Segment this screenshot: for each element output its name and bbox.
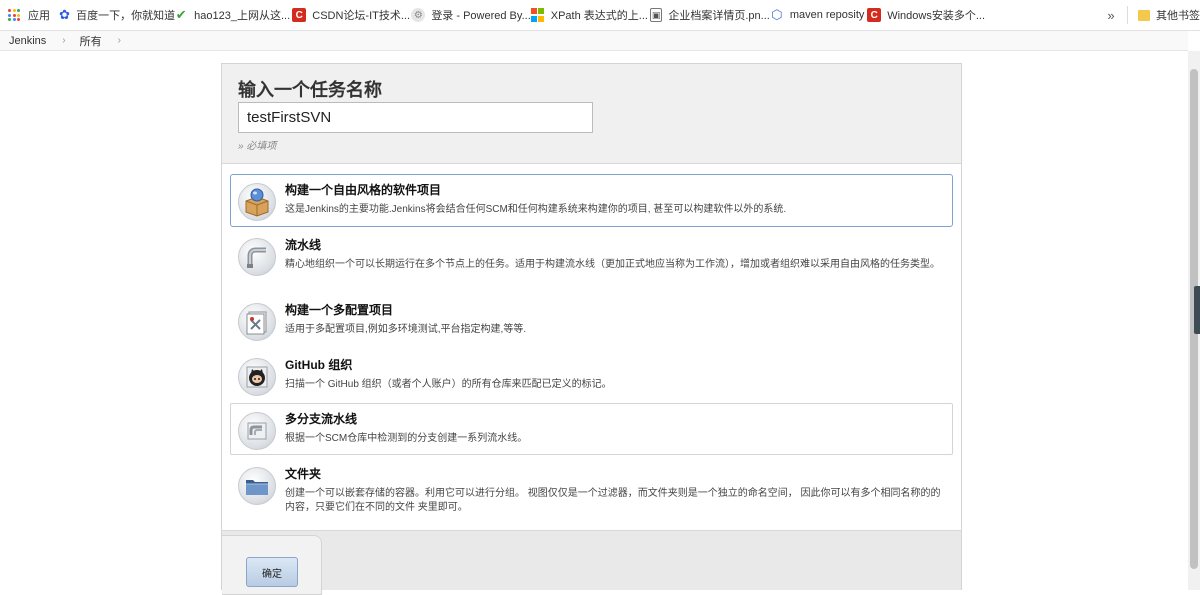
bookmark-hao123[interactable]: ✔ hao123_上网从这...: [174, 0, 292, 31]
item-type-multibranch-pipeline[interactable]: 多分支流水线 根据一个SCM仓库中检测到的分支创建一系列流水线。: [230, 403, 953, 455]
item-type-name: 构建一个多配置项目: [285, 303, 394, 317]
item-type-multi-config[interactable]: 构建一个多配置项目 适用于多配置项目,例如多环境测试,平台指定构建,等等.: [230, 294, 953, 344]
bookmark-label: 应用: [28, 10, 50, 22]
hao123-check-icon: ✔: [175, 7, 187, 22]
bookmark-xpath[interactable]: XPath 表达式的上...: [531, 0, 650, 31]
other-bookmarks[interactable]: 其他书签: [1127, 6, 1200, 24]
breadcrumb-separator: ›: [62, 35, 66, 46]
csdn-icon: C: [292, 8, 307, 22]
breadcrumb: Jenkins › 所有 ›: [0, 31, 1188, 51]
csdn-icon: C: [867, 8, 882, 22]
freestyle-box-icon: [238, 183, 276, 221]
bookmark-label: 登录 - Powered By...: [431, 10, 531, 22]
ok-button[interactable]: 确定: [246, 557, 298, 587]
bookmark-login[interactable]: ⚙ 登录 - Powered By...: [411, 0, 531, 31]
apps-grid-icon: [8, 9, 20, 21]
item-type-description: 根据一个SCM仓库中检测到的分支创建一系列流水线。: [285, 433, 528, 444]
breadcrumb-separator: ›: [117, 35, 121, 46]
bookmark-label: hao123_上网从这...: [194, 10, 291, 22]
new-item-panel: 输入一个任务名称 » 必填项 构建一个自由风格的软件项目 这是Jenkins的主…: [221, 63, 962, 595]
item-type-github-org[interactable]: GitHub 组织 扫描一个 GitHub 组织（或者个人账户）的所有仓库来匹配…: [230, 349, 953, 399]
bookmark-apps[interactable]: 应用: [8, 0, 59, 31]
multibranch-pipeline-icon: [238, 412, 276, 450]
bookmark-windows-install[interactable]: C Windows安装多个...: [867, 0, 985, 31]
item-type-name: 多分支流水线: [285, 412, 358, 426]
windows-logo-icon: [531, 8, 545, 22]
item-type-description: 创建一个可以嵌套存储的容器。利用它可以进行分组。 视图仅仅是一个过滤器，而文件夹…: [285, 488, 941, 513]
item-type-freestyle[interactable]: 构建一个自由风格的软件项目 这是Jenkins的主要功能.Jenkins将会结合…: [230, 174, 953, 227]
bookmark-label: 企业档案详情页.pn...: [668, 10, 770, 22]
footer-button-bar: 确定: [222, 535, 322, 595]
page-title: 输入一个任务名称: [238, 80, 382, 100]
github-octocat-icon: [238, 358, 276, 396]
item-type-folder[interactable]: 文件夹 创建一个可以嵌套存储的容器。利用它可以进行分组。 视图仅仅是一个过滤器，…: [230, 458, 953, 522]
side-panel-handle[interactable]: [1194, 286, 1200, 334]
other-bookmarks-label: 其他书签: [1156, 10, 1200, 22]
bookmark-label: CSDN论坛-IT技术...: [312, 10, 411, 22]
item-type-name: GitHub 组织: [285, 358, 353, 372]
bookmarks-overflow-button[interactable]: »: [1107, 0, 1127, 31]
page-scrollbar[interactable]: [1188, 51, 1200, 590]
form-footer: 确定: [222, 530, 961, 595]
item-type-description: 扫描一个 GitHub 组织（或者个人账户）的所有仓库来匹配已定义的标记。: [285, 379, 612, 390]
baidu-paw-icon: ✿: [59, 7, 71, 22]
item-type-name: 文件夹: [285, 467, 322, 481]
item-type-name: 构建一个自由风格的软件项目: [285, 183, 442, 197]
image-file-icon: ▣: [649, 8, 663, 22]
bookmark-enterprise[interactable]: ▣ 企业档案详情页.pn...: [649, 0, 770, 31]
item-type-list: 构建一个自由风格的软件项目 这是Jenkins的主要功能.Jenkins将会结合…: [222, 164, 961, 530]
required-hint: » 必填项: [238, 141, 277, 152]
item-name-section: 输入一个任务名称 » 必填项: [222, 64, 961, 164]
item-type-name: 流水线: [285, 238, 322, 252]
bookmark-maven[interactable]: ⬡ maven reposity: [770, 0, 867, 31]
bookmark-label: Windows安装多个...: [887, 10, 986, 22]
bookmark-label: 百度一下，你就知道: [76, 10, 176, 22]
breadcrumb-jenkins[interactable]: Jenkins: [9, 35, 46, 47]
item-type-pipeline[interactable]: 流水线 精心地组织一个可以长期运行在多个节点上的任务。适用于构建流水线（更加正式…: [230, 229, 953, 291]
bookmark-baidu[interactable]: ✿ 百度一下，你就知道: [59, 0, 176, 31]
item-type-description: 适用于多配置项目,例如多环境测试,平台指定构建,等等.: [285, 324, 527, 335]
bookmark-label: XPath 表达式的上...: [550, 10, 648, 22]
pipeline-icon: [238, 238, 276, 276]
item-type-description: 这是Jenkins的主要功能.Jenkins将会结合任何SCM和任何构建系统来构…: [285, 204, 787, 215]
breadcrumb-all[interactable]: 所有: [80, 33, 102, 49]
folder-icon: [1138, 9, 1150, 21]
folder-icon: [238, 467, 276, 505]
bookmark-label: maven reposity: [789, 9, 865, 21]
maven-hexagon-icon: ⬡: [771, 7, 783, 22]
bookmarks-bar: 应用 ✿ 百度一下，你就知道 ✔ hao123_上网从这... C CSDN论坛…: [0, 0, 1200, 31]
item-name-input[interactable]: [238, 102, 593, 133]
multi-config-icon: [238, 303, 276, 341]
bookmark-csdn[interactable]: C CSDN论坛-IT技术...: [292, 0, 411, 31]
powered-by-icon: ⚙: [411, 8, 426, 22]
item-type-description: 精心地组织一个可以长期运行在多个节点上的任务。适用于构建流水线（更加正式地应当称…: [285, 259, 940, 270]
